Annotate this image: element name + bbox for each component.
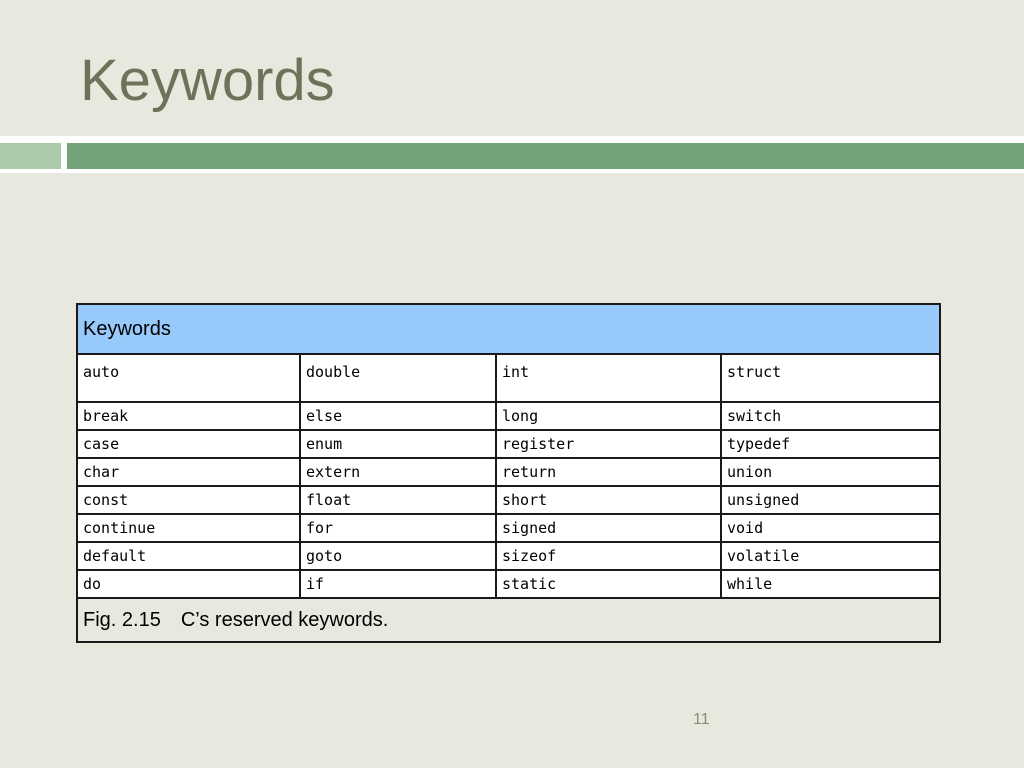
keyword-cell: typedef [720, 429, 941, 459]
page-number: 11 [693, 711, 710, 728]
table-row: char extern return union [76, 457, 941, 487]
slide-title: Keywords [80, 48, 335, 113]
table-row: do if static while [76, 569, 941, 599]
keyword-cell: do [76, 569, 301, 599]
keyword-cell: if [299, 569, 497, 599]
keyword-cell: return [495, 457, 722, 487]
keyword-cell: while [720, 569, 941, 599]
keyword-cell: union [720, 457, 941, 487]
keywords-table: Keywords auto double int struct break el… [76, 303, 941, 643]
keyword-cell: case [76, 429, 301, 459]
keyword-cell: auto [76, 353, 301, 403]
figure-number: Fig. 2.15 [83, 608, 161, 631]
keyword-cell: signed [495, 513, 722, 543]
keyword-cell: struct [720, 353, 941, 403]
figure-caption-text: C’s reserved keywords. [180, 608, 389, 631]
keyword-cell: float [299, 485, 497, 515]
table-header: Keywords [76, 303, 941, 355]
keyword-cell: break [76, 401, 301, 431]
accent-bar-light [0, 143, 61, 169]
table-header-row: Keywords [76, 303, 941, 355]
keyword-cell: const [76, 485, 301, 515]
keyword-cell: sizeof [495, 541, 722, 571]
keyword-cell: for [299, 513, 497, 543]
keyword-cell: char [76, 457, 301, 487]
keyword-cell: switch [720, 401, 941, 431]
figure-caption: Fig. 2.15 C’s reserved keywords. [76, 597, 941, 643]
keyword-cell: register [495, 429, 722, 459]
keyword-cell: else [299, 401, 497, 431]
keyword-cell: unsigned [720, 485, 941, 515]
keyword-cell: long [495, 401, 722, 431]
keyword-cell: void [720, 513, 941, 543]
table-row: case enum register typedef [76, 429, 941, 459]
keyword-cell: static [495, 569, 722, 599]
table-row: const float short unsigned [76, 485, 941, 515]
table-row: break else long switch [76, 401, 941, 431]
keyword-cell: extern [299, 457, 497, 487]
keyword-cell: continue [76, 513, 301, 543]
keyword-cell: short [495, 485, 722, 515]
table-row: auto double int struct [76, 353, 941, 403]
accent-bar-dark [67, 143, 1024, 169]
table-row: continue for signed void [76, 513, 941, 543]
keyword-cell: int [495, 353, 722, 403]
keyword-cell: enum [299, 429, 497, 459]
caption-row: Fig. 2.15 C’s reserved keywords. [76, 597, 941, 643]
keyword-cell: default [76, 541, 301, 571]
keyword-cell: volatile [720, 541, 941, 571]
keyword-cell: double [299, 353, 497, 403]
table-row: default goto sizeof volatile [76, 541, 941, 571]
keyword-cell: goto [299, 541, 497, 571]
